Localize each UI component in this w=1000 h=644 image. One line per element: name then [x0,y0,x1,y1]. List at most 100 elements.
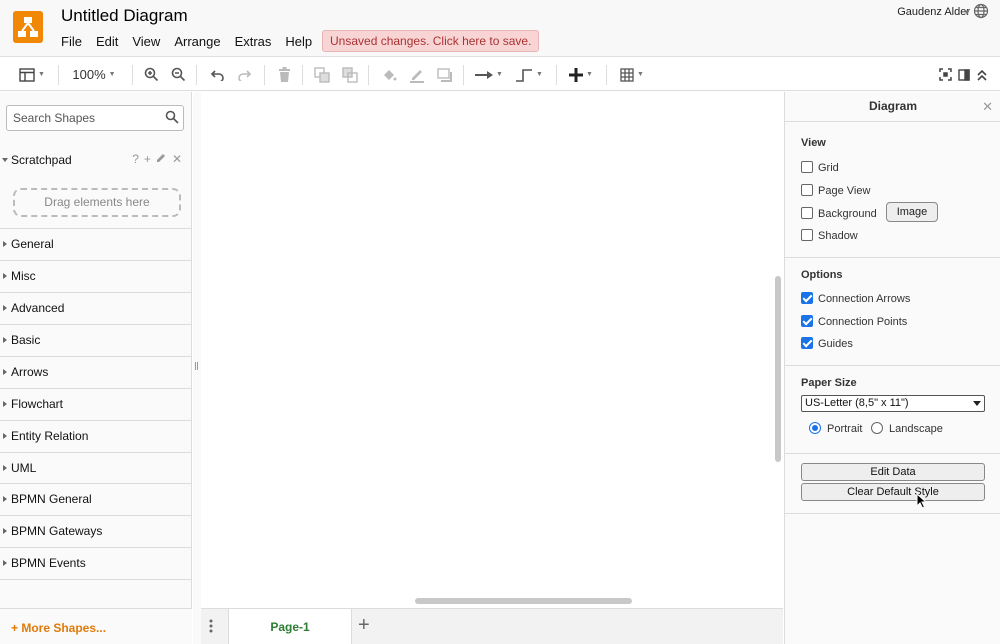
menu-file[interactable]: File [61,34,82,49]
undo-button[interactable] [206,58,228,91]
connection-points-checkbox[interactable] [801,315,813,327]
table-dropdown[interactable]: ▼ [616,58,648,91]
background-image-button[interactable]: Image [886,202,938,222]
menu-view[interactable]: View [132,34,160,49]
shadow-button[interactable] [434,58,456,91]
search-icon[interactable] [165,110,179,127]
table-icon [620,67,634,82]
vertical-scrollbar[interactable] [775,276,781,462]
menu-help[interactable]: Help [285,34,312,49]
connection-style-dropdown[interactable]: ▼ [473,58,505,91]
to-front-button[interactable] [312,58,332,91]
section-advanced[interactable]: Advanced [0,292,192,324]
diagram-title[interactable]: Untitled Diagram [61,6,188,26]
menu-extras[interactable]: Extras [235,34,272,49]
insert-dropdown[interactable]: ▼ [565,58,597,91]
help-icon[interactable]: ? [132,152,139,166]
more-shapes-button[interactable]: + More Shapes... [0,608,192,644]
section-general[interactable]: General [0,228,192,260]
delete-button[interactable] [274,58,294,91]
section-bpmn-events[interactable]: BPMN Events [0,547,192,579]
sidebar-spacer [0,579,192,608]
close-icon[interactable]: ✕ [172,152,182,166]
grid-label: Grid [818,162,839,174]
section-label: Basic [11,333,41,347]
section-label: UML [11,461,37,475]
section-flowchart[interactable]: Flowchart [0,388,192,420]
grid-checkbox[interactable] [801,161,813,173]
collapse-triangle-icon [3,528,7,534]
section-uml[interactable]: UML [0,452,192,484]
collapse-triangle-icon [3,465,7,471]
section-entity-relation[interactable]: Entity Relation [0,420,192,452]
user-caret-icon[interactable]: ▼ [963,8,971,17]
diagram-canvas[interactable] [201,92,783,608]
section-label: BPMN Gateways [11,524,103,538]
redo-button[interactable] [234,58,256,91]
section-basic[interactable]: Basic [0,324,192,356]
line-color-button[interactable] [406,58,428,91]
sidebar-splitter[interactable] [193,92,201,644]
view-section-title: View [801,137,826,149]
unsaved-changes-banner[interactable]: Unsaved changes. Click here to save. [322,30,540,52]
edit-icon[interactable] [156,152,167,166]
menu-edit[interactable]: Edit [96,34,118,49]
zoom-dropdown[interactable]: 100% ▼ [68,58,120,91]
menu-arrange[interactable]: Arrange [174,34,220,49]
fill-color-button[interactable] [378,58,400,91]
section-arrows[interactable]: Arrows [0,356,192,388]
landscape-radio[interactable] [871,422,883,434]
mouse-cursor-icon [916,492,928,512]
zoom-in-icon [144,67,158,82]
horizontal-scrollbar[interactable] [415,598,632,604]
pages-menu-icon[interactable] [209,619,213,636]
landscape-label: Landscape [889,423,943,435]
options-section: Options Connection Arrows Connection Poi… [785,258,1000,366]
plus-icon [569,67,584,82]
to-back-button[interactable] [340,58,360,91]
chevrons-up-icon [977,69,987,81]
collapse-triangle-icon [3,337,7,343]
shapes-sidebar: Scratchpad ? + ✕ Drag elements here Gene… [0,92,192,644]
format-panel-button[interactable] [955,58,973,91]
splitter-grip-icon[interactable] [195,362,198,370]
collapse-triangle-icon [3,241,7,247]
paper-size-select[interactable]: US-Letter (8,5" x 11") [801,395,985,412]
collapse-toolbar-button[interactable] [973,58,991,91]
guides-checkbox[interactable] [801,337,813,349]
zoom-out-button[interactable] [168,58,188,91]
app-header: Untitled Diagram File Edit View Arrange … [0,0,1000,57]
tab-page-1[interactable]: Page-1 [228,609,352,644]
shadow-checkbox[interactable] [801,229,813,241]
user-name[interactable]: Gaudenz Alder [897,6,970,18]
connection-arrows-checkbox[interactable] [801,292,813,304]
portrait-radio[interactable] [809,422,821,434]
section-label: General [11,237,54,251]
edit-data-button[interactable]: Edit Data [801,463,985,481]
add-icon[interactable]: + [144,152,151,166]
add-page-button[interactable]: + [358,614,370,637]
panel-title: Diagram [785,92,1000,122]
zoom-in-button[interactable] [141,58,161,91]
search-box [6,105,184,131]
section-label: Arrows [11,365,49,379]
globe-icon[interactable] [973,3,989,22]
section-bpmn-general[interactable]: BPMN General [0,483,192,515]
clear-default-style-button[interactable]: Clear Default Style [801,483,985,501]
format-panel-toggle[interactable]: ▼ [16,58,48,91]
background-checkbox[interactable] [801,207,813,219]
fullscreen-button[interactable] [936,58,954,91]
paper-size-title: Paper Size [801,377,857,389]
page-view-checkbox[interactable] [801,184,813,196]
page-view-label: Page View [818,185,871,197]
waypoints-dropdown[interactable]: ▼ [513,58,545,91]
scratchpad-header[interactable]: Scratchpad ? + ✕ [0,148,192,172]
undo-icon [210,69,224,81]
connection-points-label: Connection Points [818,316,908,328]
search-shapes-input[interactable] [7,106,157,130]
scratchpad-drop-zone[interactable]: Drag elements here [13,188,181,217]
paper-size-value: US-Letter (8,5" x 11") [805,397,909,409]
section-bpmn-gateways[interactable]: BPMN Gateways [0,515,192,547]
close-icon[interactable]: ✕ [982,99,993,115]
section-misc[interactable]: Misc [0,260,192,292]
